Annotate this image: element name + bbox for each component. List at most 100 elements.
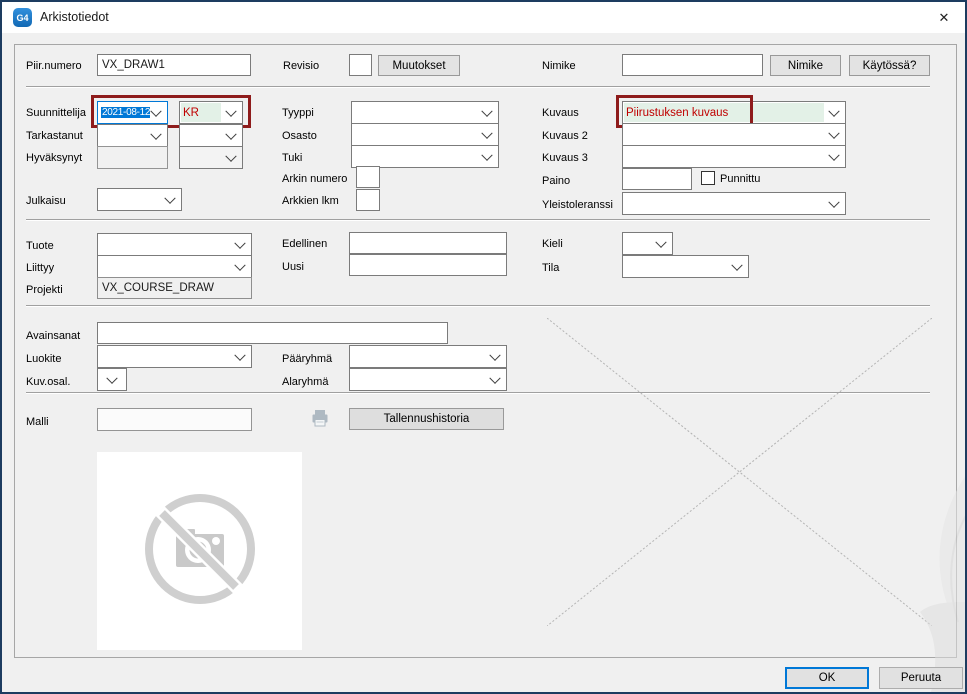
malli-label: Malli bbox=[26, 416, 49, 428]
piir-numero-label: Piir.numero bbox=[26, 60, 82, 72]
section-divider bbox=[26, 86, 930, 88]
paaryhma-label: Pääryhmä bbox=[282, 353, 332, 365]
tallennushistoria-button[interactable]: Tallennushistoria bbox=[349, 408, 504, 430]
hyvaksynyt-initials-combobox[interactable] bbox=[179, 146, 243, 169]
section-divider bbox=[26, 219, 930, 221]
kuvaus2-label: Kuvaus 2 bbox=[542, 130, 588, 142]
hyvaksynyt-label: Hyväksynyt bbox=[26, 152, 82, 164]
tuki-label: Tuki bbox=[282, 152, 302, 164]
tarkastanut-date-combobox[interactable] bbox=[97, 124, 168, 147]
nimike-field[interactable] bbox=[622, 54, 763, 76]
tyyppi-label: Tyyppi bbox=[282, 107, 314, 119]
chevron-down-icon[interactable] bbox=[234, 349, 245, 360]
luokite-label: Luokite bbox=[26, 353, 61, 365]
title-bar: G4 Arkistotiedot ✕ bbox=[2, 2, 965, 33]
revisio-label: Revisio bbox=[283, 60, 319, 72]
arkin-numero-field[interactable] bbox=[356, 166, 380, 188]
peruuta-button[interactable]: Peruuta bbox=[879, 667, 963, 689]
kuvaus3-combobox[interactable] bbox=[622, 145, 846, 168]
tuki-combobox[interactable] bbox=[351, 145, 499, 168]
paino-label: Paino bbox=[542, 175, 570, 187]
kuv-osal-combobox[interactable] bbox=[97, 368, 127, 391]
chevron-down-icon[interactable] bbox=[828, 105, 839, 116]
no-image-icon bbox=[139, 488, 261, 615]
julkaisu-label: Julkaisu bbox=[26, 195, 66, 207]
arkkien-lkm-field[interactable] bbox=[356, 189, 380, 211]
hyvaksynyt-date-field bbox=[97, 146, 168, 169]
edellinen-label: Edellinen bbox=[282, 238, 327, 250]
chevron-down-icon[interactable] bbox=[828, 149, 839, 160]
chevron-down-icon[interactable] bbox=[481, 127, 492, 138]
printer-icon[interactable] bbox=[309, 407, 331, 434]
kuvaus2-combobox[interactable] bbox=[622, 123, 846, 146]
suunnittelija-label: Suunnittelija bbox=[26, 107, 86, 119]
chevron-down-icon[interactable] bbox=[234, 259, 245, 270]
kuv-osal-label: Kuv.osal. bbox=[26, 376, 70, 388]
arkin-numero-label: Arkin numero bbox=[282, 173, 347, 185]
kuvaus-label: Kuvaus bbox=[542, 107, 579, 119]
piir-numero-field[interactable]: VX_DRAW1 bbox=[97, 54, 251, 76]
alaryhma-combobox[interactable] bbox=[349, 368, 507, 391]
osasto-label: Osasto bbox=[282, 130, 317, 142]
chevron-down-icon[interactable] bbox=[481, 105, 492, 116]
yleistoleranssi-label: Yleistoleranssi bbox=[542, 199, 613, 211]
thumbnail-placeholder bbox=[97, 452, 302, 650]
tarkastanut-initials-combobox[interactable] bbox=[179, 124, 243, 147]
ok-button[interactable]: OK bbox=[785, 667, 869, 689]
liittyy-combobox[interactable] bbox=[97, 255, 252, 278]
punnittu-label: Punnittu bbox=[720, 173, 760, 185]
tuote-label: Tuote bbox=[26, 240, 54, 252]
chevron-down-icon[interactable] bbox=[150, 128, 161, 139]
alaryhma-label: Alaryhmä bbox=[282, 376, 328, 388]
chevron-down-icon[interactable] bbox=[481, 149, 492, 160]
muutokset-button[interactable]: Muutokset bbox=[378, 55, 460, 76]
chevron-down-icon[interactable] bbox=[164, 192, 175, 203]
kieli-combobox[interactable] bbox=[622, 232, 673, 255]
julkaisu-combobox[interactable] bbox=[97, 188, 182, 211]
dialog-title: Arkistotiedot bbox=[40, 2, 109, 33]
watermark-decoration bbox=[880, 452, 967, 694]
yleistoleranssi-combobox[interactable] bbox=[622, 192, 846, 215]
luokite-combobox[interactable] bbox=[97, 345, 252, 368]
chevron-down-icon[interactable] bbox=[225, 128, 236, 139]
tuote-combobox[interactable] bbox=[97, 233, 252, 256]
punnittu-checkbox[interactable] bbox=[701, 171, 715, 185]
paaryhma-combobox[interactable] bbox=[349, 345, 507, 368]
section-divider bbox=[26, 305, 930, 307]
revisio-field[interactable] bbox=[349, 54, 372, 76]
chevron-down-icon[interactable] bbox=[489, 372, 500, 383]
nimike-label: Nimike bbox=[542, 60, 576, 72]
tila-combobox[interactable] bbox=[622, 255, 749, 278]
liittyy-label: Liittyy bbox=[26, 262, 54, 274]
uusi-field[interactable] bbox=[349, 254, 507, 276]
kuvaus3-label: Kuvaus 3 bbox=[542, 152, 588, 164]
tarkastanut-label: Tarkastanut bbox=[26, 130, 83, 142]
chevron-down-icon[interactable] bbox=[655, 236, 666, 247]
avainsanat-field[interactable] bbox=[97, 322, 448, 344]
kaytossa-button[interactable]: Käytössä? bbox=[849, 55, 930, 76]
arkkien-lkm-label: Arkkien lkm bbox=[282, 195, 339, 207]
close-icon[interactable]: ✕ bbox=[929, 2, 959, 33]
kieli-label: Kieli bbox=[542, 238, 563, 250]
avainsanat-label: Avainsanat bbox=[26, 330, 80, 342]
chevron-down-icon[interactable] bbox=[828, 196, 839, 207]
edellinen-field[interactable] bbox=[349, 232, 507, 254]
paino-field[interactable] bbox=[622, 168, 692, 190]
chevron-down-icon[interactable] bbox=[489, 349, 500, 360]
chevron-down-icon[interactable] bbox=[225, 150, 236, 161]
projekti-field: VX_COURSE_DRAW bbox=[97, 277, 252, 299]
projekti-label: Projekti bbox=[26, 284, 63, 296]
chevron-down-icon[interactable] bbox=[828, 127, 839, 138]
chevron-down-icon[interactable] bbox=[731, 259, 742, 270]
nimike-button[interactable]: Nimike bbox=[770, 55, 841, 76]
tyyppi-combobox[interactable] bbox=[351, 101, 499, 124]
uusi-label: Uusi bbox=[282, 261, 304, 273]
osasto-combobox[interactable] bbox=[351, 123, 499, 146]
tila-label: Tila bbox=[542, 262, 559, 274]
app-logo-icon: G4 bbox=[13, 8, 32, 27]
chevron-down-icon[interactable] bbox=[234, 237, 245, 248]
archive-info-dialog: G4 Arkistotiedot ✕ Piir.numero VX_DRAW1 … bbox=[0, 0, 967, 694]
malli-field bbox=[97, 408, 252, 431]
empty-preview-x bbox=[547, 318, 932, 631]
chevron-down-icon[interactable] bbox=[106, 372, 117, 383]
